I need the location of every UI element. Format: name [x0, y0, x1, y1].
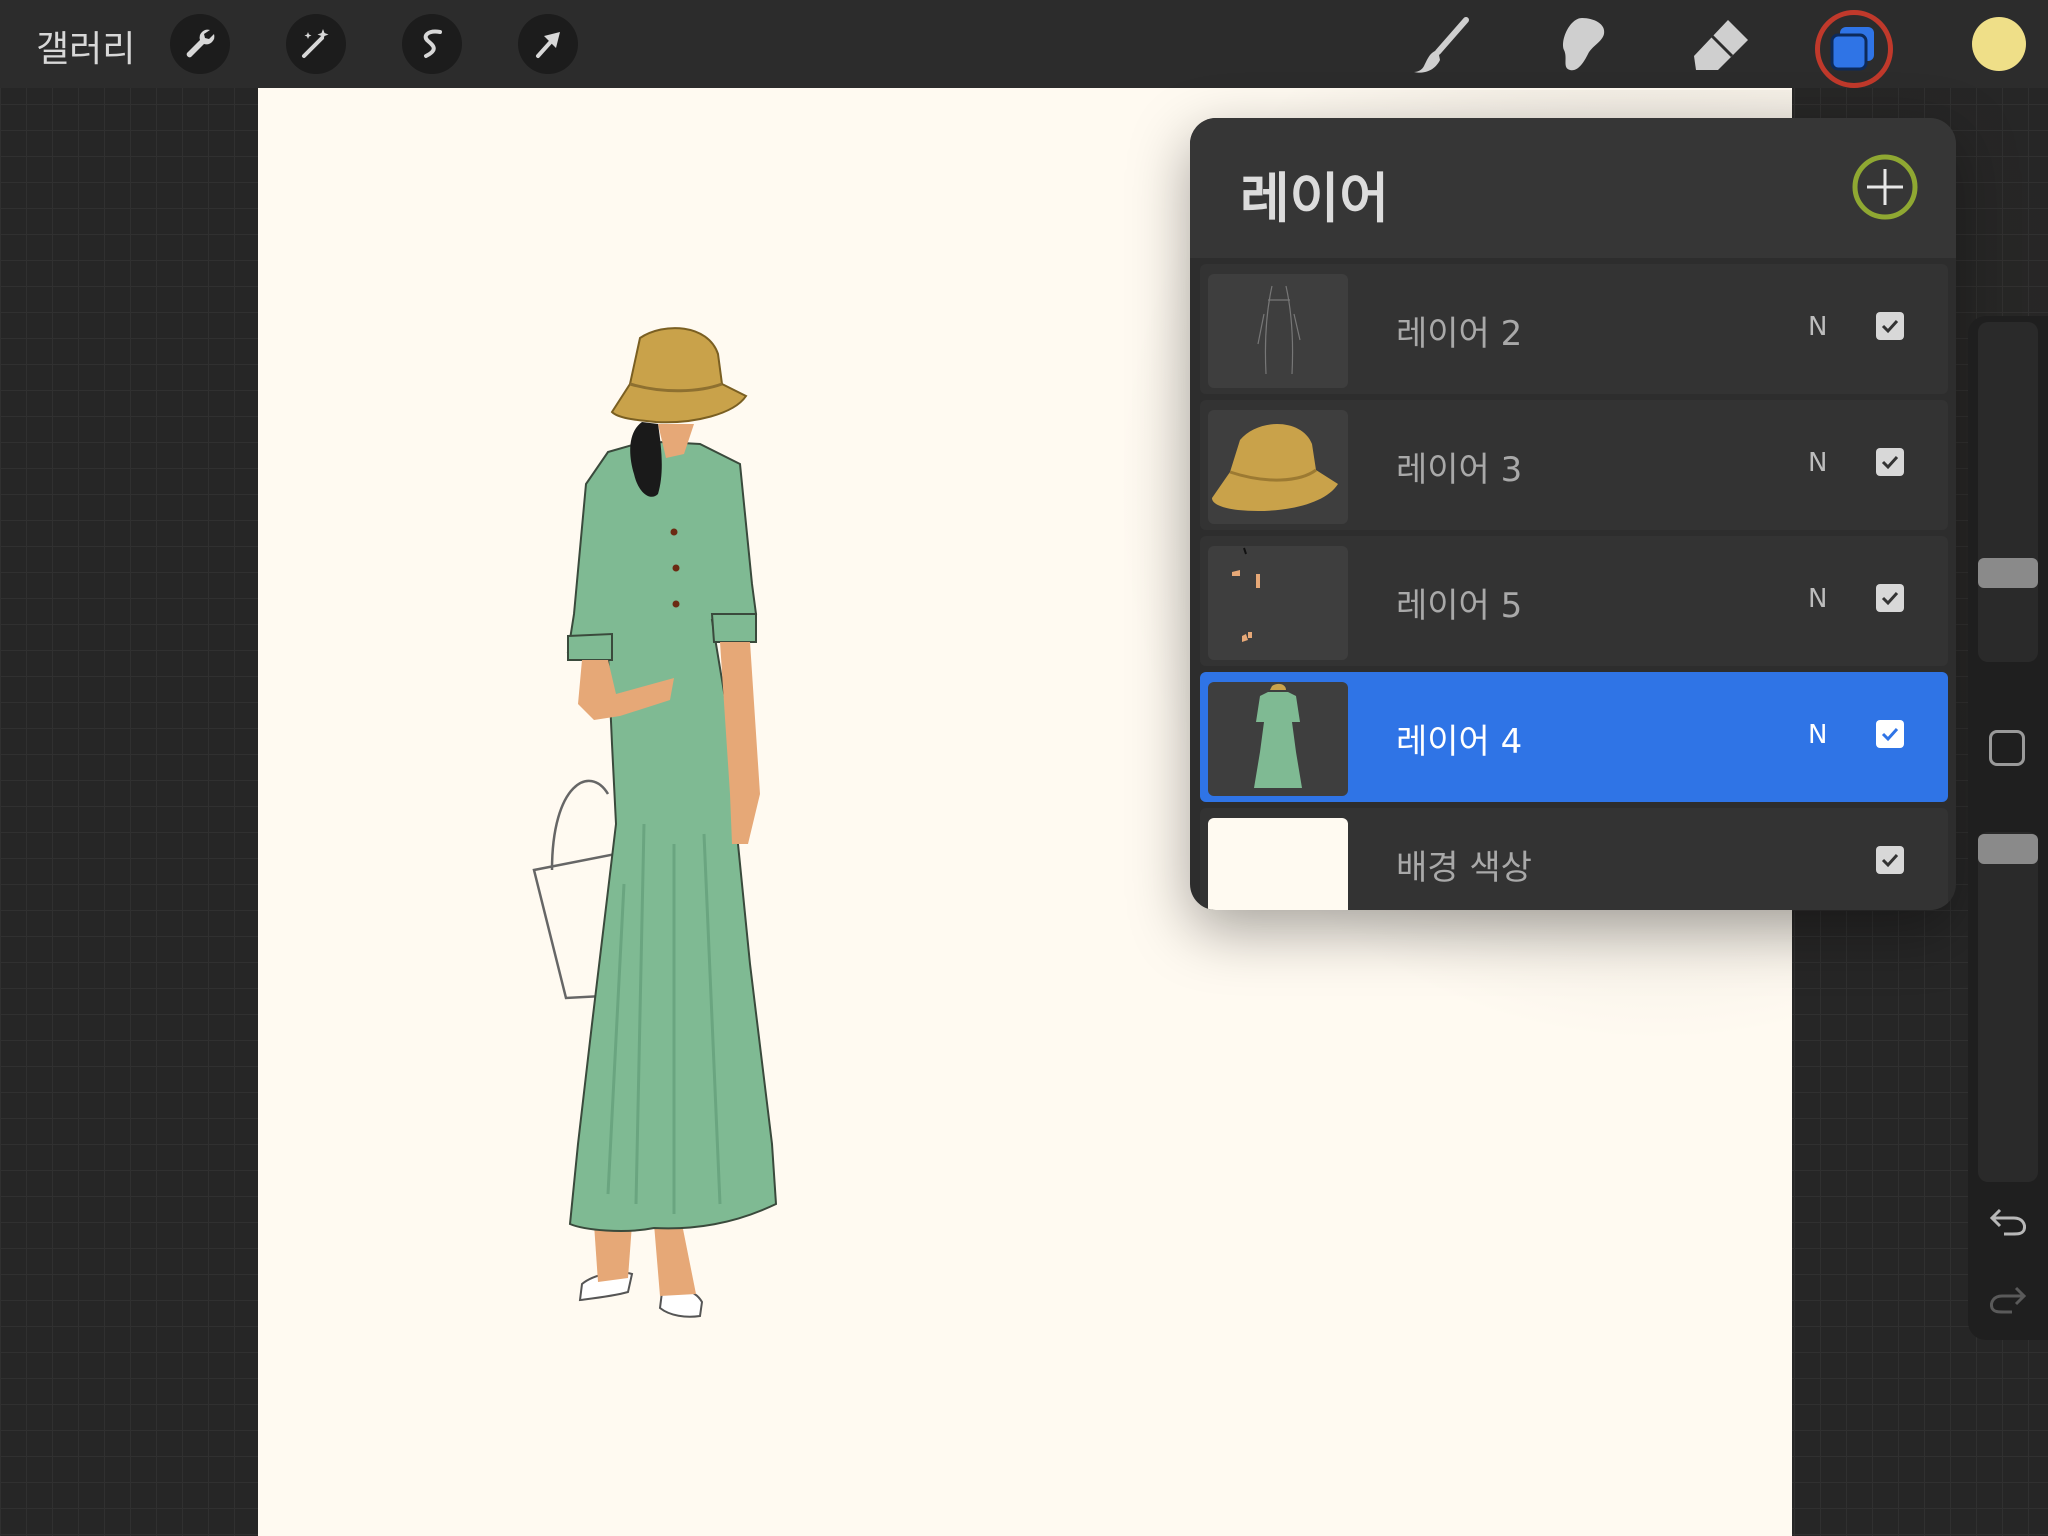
adjustments-button[interactable] [286, 14, 346, 74]
sketch-thumbnail-icon [1257, 285, 1301, 375]
skin-thumbnail-icon [1232, 547, 1260, 642]
blend-mode-button[interactable]: N [1808, 312, 1827, 342]
dress-thumbnail-icon [1254, 683, 1302, 788]
transform-button[interactable] [518, 14, 578, 74]
layer-row-background-color[interactable]: 배경 색상 [1200, 808, 1948, 910]
layer-name: 배경 색상 [1396, 848, 1532, 888]
magic-wand-icon [302, 29, 329, 58]
top-toolbar: 갤러리 [0, 0, 2048, 88]
brush-icon[interactable] [1408, 14, 1472, 78]
layer-name: 레이어 3 [1396, 450, 1523, 490]
add-layer-button[interactable] [1850, 152, 1920, 222]
layer-name: 레이어 4 [1396, 722, 1523, 762]
blend-mode-button[interactable]: N [1808, 448, 1827, 478]
checkmark-icon [1881, 853, 1899, 868]
background-color-swatch[interactable] [1208, 818, 1348, 910]
layer-row-4-selected[interactable]: 레이어 4 N [1200, 672, 1948, 802]
layer-row-5[interactable]: 레이어 5 N [1200, 536, 1948, 666]
redo-icon[interactable] [1986, 1280, 2030, 1320]
eraser-icon[interactable] [1688, 14, 1752, 78]
layers-panel-title: 레이어 [1240, 167, 1390, 230]
checkmark-icon [1881, 591, 1899, 606]
brush-size-slider[interactable] [1978, 322, 2038, 662]
fashion-sketch-illustration [532, 327, 778, 1318]
checkmark-icon [1881, 727, 1899, 742]
layers-panel: 레이어 레이어 2 N 레이어 3 N 레이어 5 N 레이어 4 N 배경 색… [1190, 118, 1956, 910]
opacity-slider[interactable] [1978, 832, 2038, 1182]
hat-thumbnail-icon [1212, 423, 1338, 511]
color-picker-button[interactable] [1972, 17, 2026, 71]
layers-icon [1830, 27, 1874, 71]
side-toolbar [1968, 316, 2048, 1340]
layer-thumbnail [1208, 410, 1348, 524]
layers-panel-header: 레이어 [1190, 118, 1956, 258]
actions-button[interactable] [170, 14, 230, 74]
opacity-handle[interactable] [1978, 834, 2038, 864]
visibility-checkbox[interactable] [1876, 312, 1904, 340]
selection-icon [423, 29, 442, 58]
modify-button[interactable] [1989, 730, 2025, 766]
layer-row-2[interactable]: 레이어 2 N [1200, 264, 1948, 394]
layer-thumbnail [1208, 682, 1348, 796]
layer-thumbnail [1208, 274, 1348, 388]
visibility-checkbox[interactable] [1876, 584, 1904, 612]
blend-mode-button[interactable]: N [1808, 584, 1827, 614]
gallery-button[interactable]: 갤러리 [36, 20, 135, 72]
layer-name: 레이어 5 [1396, 586, 1523, 626]
undo-icon[interactable] [1986, 1202, 2030, 1242]
layer-thumbnail [1208, 546, 1348, 660]
layer-row-3[interactable]: 레이어 3 N [1200, 400, 1948, 530]
visibility-checkbox[interactable] [1876, 448, 1904, 476]
checkmark-icon [1881, 455, 1899, 470]
transform-arrow-icon [536, 32, 560, 58]
wrench-icon [186, 29, 215, 58]
checkmark-icon [1881, 319, 1899, 334]
brush-size-handle[interactable] [1978, 558, 2038, 588]
blend-mode-button[interactable]: N [1808, 720, 1827, 750]
layer-name: 레이어 2 [1396, 314, 1523, 354]
visibility-checkbox[interactable] [1876, 720, 1904, 748]
visibility-checkbox[interactable] [1876, 846, 1904, 874]
smudge-icon[interactable] [1548, 14, 1612, 78]
layers-button[interactable] [1815, 10, 1893, 88]
selection-button[interactable] [402, 14, 462, 74]
